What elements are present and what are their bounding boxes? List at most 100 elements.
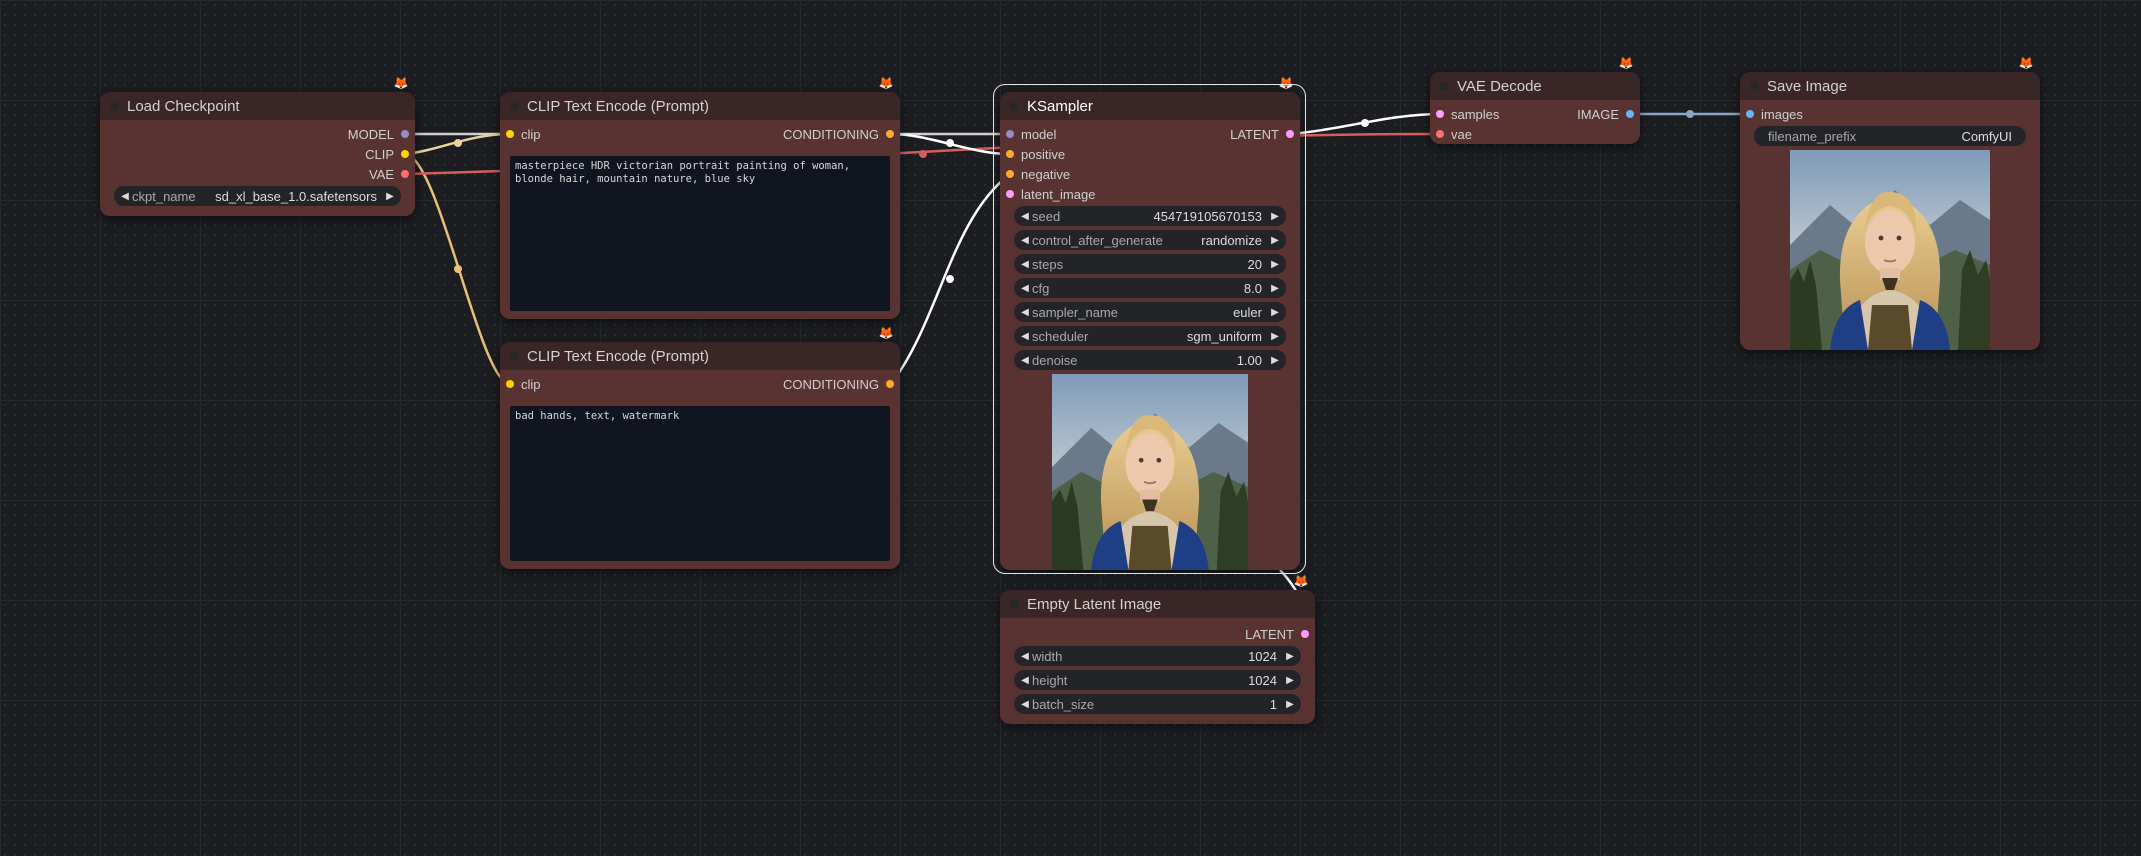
slot-dot[interactable]	[1006, 190, 1014, 198]
output-slot-model[interactable]: MODEL	[348, 124, 409, 144]
node-title-bar[interactable]: Empty Latent Image 🦊	[1000, 574, 1315, 618]
output-slot-conditioning[interactable]: CONDITIONING	[783, 124, 894, 144]
slot-label: negative	[1021, 166, 1071, 182]
slot-dot[interactable]	[1746, 110, 1754, 118]
decrement-arrow-icon[interactable]: ◀	[1018, 699, 1032, 710]
node-title-bar[interactable]: VAE Decode 🦊	[1430, 56, 1640, 100]
prompt-textarea[interactable]: masterpiece HDR victorian portrait paint…	[510, 156, 890, 311]
output-slot-conditioning[interactable]: CONDITIONING	[783, 374, 894, 394]
increment-arrow-icon[interactable]: ▶	[1268, 259, 1282, 270]
widget-label: height	[1032, 672, 1068, 688]
output-slot-latent[interactable]: LATENT	[1245, 624, 1309, 644]
batch-size-widget[interactable]: ◀ batch_size 1 ▶	[1014, 694, 1301, 714]
decrement-arrow-icon[interactable]: ◀	[1018, 235, 1032, 246]
increment-arrow-icon[interactable]: ▶	[1268, 355, 1282, 366]
widget-value: 1024	[1248, 672, 1277, 688]
decrement-arrow-icon[interactable]: ◀	[118, 191, 132, 202]
filename-prefix-field[interactable]: filename_prefix ComfyUI	[1754, 126, 2026, 146]
node-title: CLIP Text Encode (Prompt)	[527, 97, 710, 115]
increment-arrow-icon[interactable]: ▶	[1268, 331, 1282, 342]
input-slot-samples[interactable]: samples	[1436, 104, 1499, 124]
collapse-toggle[interactable]	[1010, 102, 1018, 110]
decrement-arrow-icon[interactable]: ◀	[1018, 331, 1032, 342]
node-clip-text-encode-negative[interactable]: CLIP Text Encode (Prompt) 🦊 clip CONDITI…	[500, 326, 900, 569]
slot-dot[interactable]	[401, 170, 409, 178]
decrement-arrow-icon[interactable]: ◀	[1018, 259, 1032, 270]
input-slot-negative[interactable]: negative	[1006, 164, 1070, 184]
increment-arrow-icon[interactable]: ▶	[1283, 651, 1297, 662]
output-slot-image[interactable]: IMAGE	[1577, 104, 1634, 124]
scheduler-widget[interactable]: ◀ scheduler sgm_uniform ▶	[1014, 326, 1286, 346]
output-slot-vae[interactable]: VAE	[369, 164, 409, 184]
node-title-bar[interactable]: CLIP Text Encode (Prompt) 🦊	[500, 76, 900, 120]
cfg-widget[interactable]: ◀ cfg 8.0 ▶	[1014, 278, 1286, 298]
slot-dot[interactable]	[1301, 630, 1309, 638]
node-empty-latent-image[interactable]: Empty Latent Image 🦊 LATENT ◀ width 1024…	[1000, 574, 1315, 724]
steps-widget[interactable]: ◀ steps 20 ▶	[1014, 254, 1286, 274]
slot-dot[interactable]	[506, 130, 514, 138]
wire-midpoint	[454, 265, 462, 273]
collapse-toggle[interactable]	[510, 102, 518, 110]
decrement-arrow-icon[interactable]: ◀	[1018, 283, 1032, 294]
prompt-textarea[interactable]: bad hands, text, watermark	[510, 406, 890, 561]
collapse-toggle[interactable]	[110, 102, 118, 110]
input-slot-images[interactable]: images	[1746, 104, 1803, 124]
collapse-toggle[interactable]	[510, 352, 518, 360]
ckpt-name-combo[interactable]: ◀ ckpt_name sd_xl_base_1.0.safetensors ▶	[114, 186, 401, 206]
slot-dot[interactable]	[886, 380, 894, 388]
slot-dot[interactable]	[1006, 170, 1014, 178]
input-slot-vae[interactable]: vae	[1436, 124, 1472, 144]
node-clip-text-encode-positive[interactable]: CLIP Text Encode (Prompt) 🦊 clip CONDITI…	[500, 76, 900, 319]
seed-widget[interactable]: ◀ seed 454719105670153 ▶	[1014, 206, 1286, 226]
node-title-bar[interactable]: KSampler 🦊	[1000, 76, 1300, 120]
width-widget[interactable]: ◀ width 1024 ▶	[1014, 646, 1301, 666]
denoise-widget[interactable]: ◀ denoise 1.00 ▶	[1014, 350, 1286, 370]
increment-arrow-icon[interactable]: ▶	[1268, 211, 1282, 222]
slot-dot[interactable]	[886, 130, 894, 138]
control-after-generate-widget[interactable]: ◀ control_after_generate randomize ▶	[1014, 230, 1286, 250]
increment-arrow-icon[interactable]: ▶	[1283, 699, 1297, 710]
output-slot-clip[interactable]: CLIP	[365, 144, 409, 164]
slot-dot[interactable]	[401, 130, 409, 138]
slot-dot[interactable]	[506, 380, 514, 388]
slot-dot[interactable]	[1436, 110, 1444, 118]
input-slot-latent-image[interactable]: latent_image	[1006, 184, 1095, 204]
collapse-toggle[interactable]	[1440, 82, 1448, 90]
decrement-arrow-icon[interactable]: ◀	[1018, 675, 1032, 686]
node-load-checkpoint[interactable]: Load Checkpoint 🦊 MODEL CLIP VAE ◀ ckpt_…	[100, 76, 415, 216]
node-title-bar[interactable]: CLIP Text Encode (Prompt) 🦊	[500, 326, 900, 370]
decrement-arrow-icon[interactable]: ◀	[1018, 211, 1032, 222]
decrement-arrow-icon[interactable]: ◀	[1018, 355, 1032, 366]
node-title: Empty Latent Image	[1027, 595, 1162, 613]
decrement-arrow-icon[interactable]: ◀	[1018, 651, 1032, 662]
widget-value: euler	[1233, 304, 1262, 320]
increment-arrow-icon[interactable]: ▶	[383, 191, 397, 202]
input-slot-clip[interactable]: clip	[506, 374, 541, 394]
slot-dot[interactable]	[1436, 130, 1444, 138]
slot-dot[interactable]	[1286, 130, 1294, 138]
node-save-image[interactable]: Save Image 🦊 images filename_prefix Comf…	[1740, 56, 2040, 350]
slot-dot[interactable]	[1006, 150, 1014, 158]
input-slot-clip[interactable]: clip	[506, 124, 541, 144]
collapse-toggle[interactable]	[1750, 82, 1758, 90]
increment-arrow-icon[interactable]: ▶	[1268, 307, 1282, 318]
sampler-name-widget[interactable]: ◀ sampler_name euler ▶	[1014, 302, 1286, 322]
slot-dot[interactable]	[1626, 110, 1634, 118]
node-title-bar[interactable]: Load Checkpoint 🦊	[100, 76, 415, 120]
input-slot-model[interactable]: model	[1006, 124, 1056, 144]
collapse-toggle[interactable]	[1010, 600, 1018, 608]
increment-arrow-icon[interactable]: ▶	[1268, 283, 1282, 294]
input-slot-positive[interactable]: positive	[1006, 144, 1065, 164]
widget-value: 8.0	[1243, 280, 1262, 296]
node-ksampler[interactable]: KSampler 🦊 model positive negative laten…	[1000, 76, 1300, 570]
increment-arrow-icon[interactable]: ▶	[1283, 675, 1297, 686]
output-slot-latent[interactable]: LATENT	[1230, 124, 1294, 144]
decrement-arrow-icon[interactable]: ◀	[1018, 307, 1032, 318]
slot-dot[interactable]	[401, 150, 409, 158]
node-title-bar[interactable]: Save Image 🦊	[1740, 56, 2040, 100]
slot-dot[interactable]	[1006, 130, 1014, 138]
increment-arrow-icon[interactable]: ▶	[1268, 235, 1282, 246]
height-widget[interactable]: ◀ height 1024 ▶	[1014, 670, 1301, 690]
node-vae-decode[interactable]: VAE Decode 🦊 samples vae IMAGE	[1430, 56, 1640, 144]
node-title: KSampler	[1027, 97, 1093, 115]
